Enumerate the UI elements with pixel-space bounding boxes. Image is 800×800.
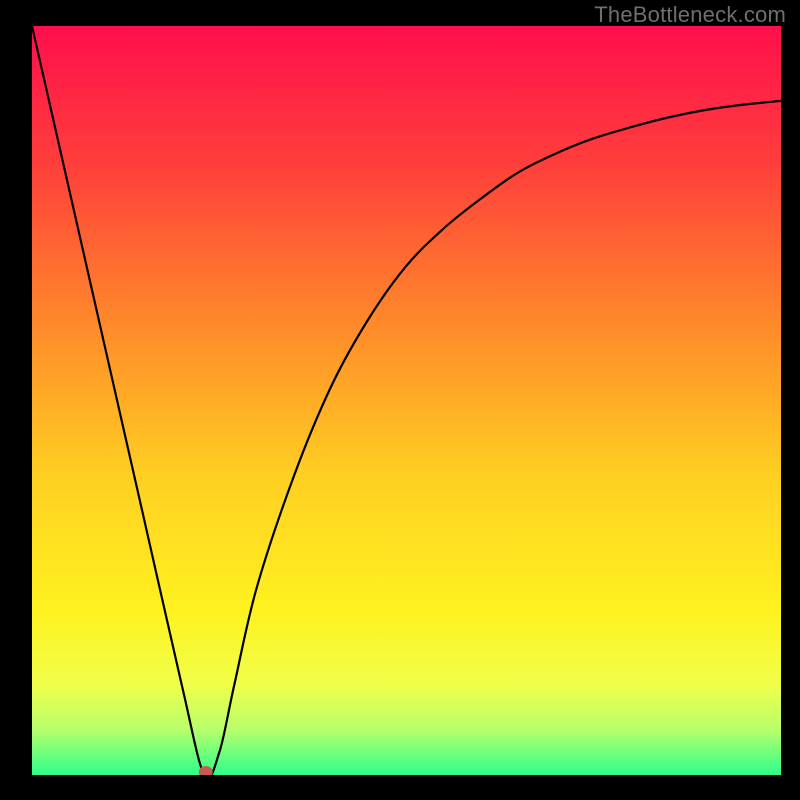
plot-area bbox=[32, 26, 781, 775]
chart-svg bbox=[32, 26, 781, 775]
watermark-text: TheBottleneck.com bbox=[594, 2, 786, 28]
chart-container: TheBottleneck.com bbox=[0, 0, 800, 800]
gradient-background bbox=[32, 26, 781, 775]
